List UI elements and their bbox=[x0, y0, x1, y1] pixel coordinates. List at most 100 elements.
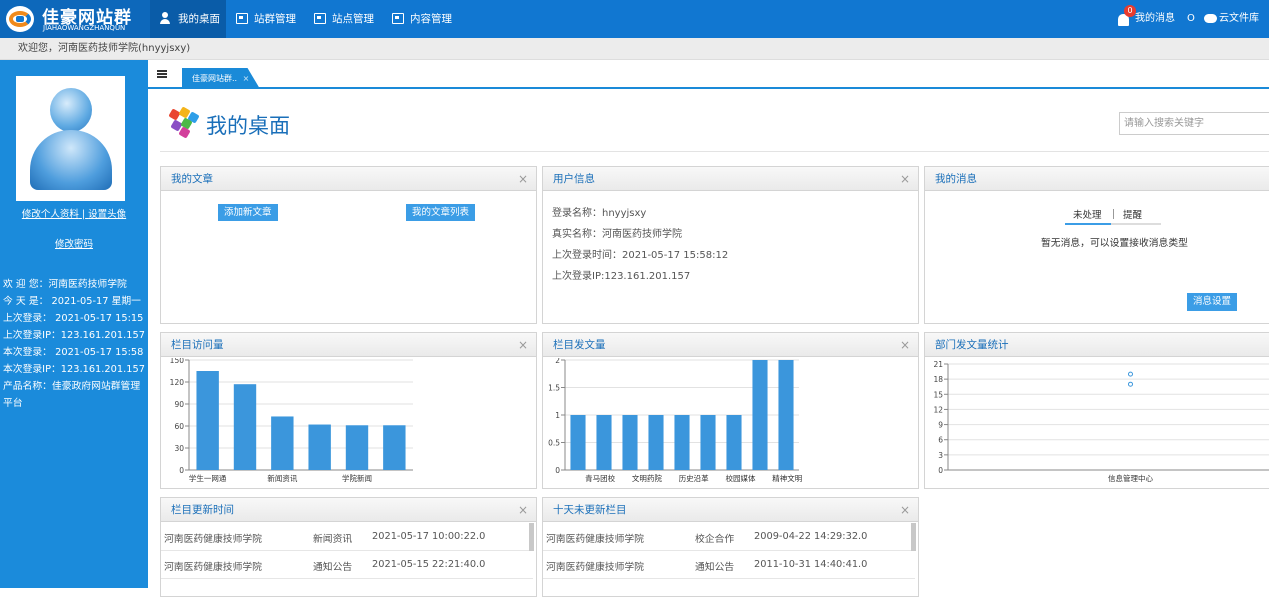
sidebar-info-today: 今 天 是： 2021-05-17 星期一 bbox=[3, 296, 141, 307]
change-password-link[interactable]: 修改密码 bbox=[0, 236, 148, 250]
article-list-button[interactable]: 我的文章列表 bbox=[406, 204, 476, 221]
avatar-body bbox=[30, 130, 112, 190]
y-tick-label: 2 bbox=[555, 358, 560, 365]
y-tick-label: 90 bbox=[174, 400, 184, 409]
edit-profile-link[interactable]: 修改个人资料 bbox=[22, 209, 79, 220]
panel-column-posts: 栏目发文量 × 0 0.5 1 1.5 2 青马团校 文明药院 历史沿革 校园媒体 精神文明 bbox=[542, 332, 919, 489]
panel-header: 栏目更新时间 × bbox=[161, 498, 536, 522]
header-separator: O bbox=[1187, 13, 1195, 24]
table-row[interactable]: 河南医药健康技师学院 通知公告 2011-10-31 14:40:41.0 bbox=[543, 551, 915, 579]
chart-bar bbox=[726, 415, 742, 470]
panel-header: 用户信息 × bbox=[543, 167, 918, 191]
sidebar-info-current-ip: 本次登录IP：123.161.201.157 bbox=[3, 364, 145, 375]
panel-header: 栏目发文量 × bbox=[543, 333, 918, 357]
chart-bar bbox=[308, 424, 331, 470]
user-last-login-time: 上次登录时间：2021-05-17 15:58:12 bbox=[552, 250, 729, 261]
close-icon[interactable]: × bbox=[900, 167, 910, 190]
welcome-bar: 欢迎您，河南医药技师学院(hnyyjsxy) bbox=[0, 38, 1269, 60]
sidebar-info-product-cont: 平台 bbox=[3, 398, 23, 409]
close-icon[interactable]: × bbox=[900, 333, 910, 356]
message-settings-button[interactable]: 消息设置 bbox=[1187, 293, 1238, 311]
panel-header: 十天未更新栏目 × bbox=[543, 498, 918, 522]
chart-bar bbox=[271, 416, 294, 470]
user-last-login-ip: 上次登录IP:123.161.201.157 bbox=[552, 271, 691, 282]
row-org: 河南医药健康技师学院 bbox=[164, 534, 262, 545]
x-tick-label: 信息管理中心 bbox=[1108, 473, 1153, 483]
window-icon bbox=[314, 13, 326, 24]
close-icon[interactable]: × bbox=[518, 167, 528, 190]
user-login-name: 登录名称：hnyyjsxy bbox=[552, 208, 647, 219]
top-bar: 佳豪网站群 JIAHAOWANGZHANQUN 我的桌面 站群管理 站点管理 内… bbox=[0, 0, 1269, 38]
y-tick-label: 3 bbox=[938, 451, 943, 460]
add-article-button[interactable]: 添加新文章 bbox=[218, 204, 278, 221]
scatter-point bbox=[1128, 381, 1133, 387]
chart-bar bbox=[752, 360, 768, 470]
desktop-cubes-icon bbox=[168, 106, 200, 139]
sidebar-info-last-login: 上次登录： 2021-05-17 15:15 bbox=[3, 313, 144, 324]
row-column: 新闻资讯 bbox=[313, 534, 353, 545]
close-icon[interactable]: × bbox=[900, 498, 910, 521]
y-tick-label: 1 bbox=[555, 411, 560, 420]
row-org: 河南医药健康技师学院 bbox=[164, 562, 262, 573]
menu-toggle-icon[interactable] bbox=[157, 70, 167, 78]
tab-close-icon[interactable]: × bbox=[243, 74, 250, 83]
tab-jiahao[interactable]: 佳豪网站群.. × bbox=[182, 68, 260, 89]
x-tick-label: 文明药院 bbox=[632, 473, 662, 483]
cloud-files-link[interactable]: 云文件库 bbox=[1219, 0, 1259, 38]
row-column: 通知公告 bbox=[695, 562, 735, 573]
tab-unprocessed[interactable]: 未处理 bbox=[1073, 207, 1102, 221]
panel-header: 我的消息 bbox=[925, 167, 1269, 191]
window-icon bbox=[392, 13, 404, 24]
tab-divider bbox=[1113, 209, 1114, 219]
sidebar-info-product: 产品名称：佳豪政府网站群管理 bbox=[3, 381, 141, 392]
x-tick-label: 青马团校 bbox=[585, 473, 615, 483]
logo[interactable]: 佳豪网站群 JIAHAOWANGZHANQUN bbox=[0, 0, 150, 38]
scrollbar-thumb[interactable] bbox=[911, 523, 916, 551]
panel-stale-columns: 十天未更新栏目 × 河南医药健康技师学院 校企合作 2009-04-22 14:… bbox=[542, 497, 919, 597]
nav-content-management[interactable]: 内容管理 bbox=[382, 0, 460, 38]
y-tick-label: 150 bbox=[170, 358, 185, 365]
row-column: 校企合作 bbox=[695, 534, 735, 545]
set-avatar-link[interactable]: 设置头像 bbox=[88, 209, 126, 220]
chart-bar bbox=[383, 425, 406, 470]
row-column: 通知公告 bbox=[313, 562, 353, 573]
table-row[interactable]: 河南医药健康技师学院 新闻资讯 2021-05-17 10:00:22.0 bbox=[161, 523, 533, 551]
table-row[interactable]: 河南医药健康技师学院 通知公告 2021-05-15 22:21:40.0 bbox=[161, 551, 533, 579]
profile-links: 修改个人资料 | 设置头像 bbox=[0, 206, 148, 220]
chart-bar bbox=[778, 360, 794, 470]
my-messages-link[interactable]: 我的消息 bbox=[1135, 0, 1175, 38]
y-tick-label: 18 bbox=[933, 375, 943, 384]
table-row[interactable]: 河南医药健康技师学院 校企合作 2009-04-22 14:29:32.0 bbox=[543, 523, 915, 551]
scrollbar-thumb[interactable] bbox=[529, 523, 534, 551]
tab-label: 佳豪网站群.. bbox=[192, 74, 238, 83]
x-tick-label: 新闻资讯 bbox=[267, 473, 297, 483]
nav-my-desktop[interactable]: 我的桌面 bbox=[150, 0, 226, 38]
panel-title: 部门发文量统计 bbox=[935, 339, 1009, 351]
y-tick-label: 0 bbox=[555, 466, 560, 475]
panel-column-update-time: 栏目更新时间 × 河南医药健康技师学院 新闻资讯 2021-05-17 10:0… bbox=[160, 497, 537, 597]
panel-department-posts: 部门发文量统计 0 3 6 9 12 15 18 21 信息管理中心 bbox=[924, 332, 1269, 489]
nav-label: 我的桌面 bbox=[178, 13, 220, 25]
nav-site-group-management[interactable]: 站群管理 bbox=[226, 0, 304, 38]
y-tick-label: 120 bbox=[170, 378, 185, 387]
close-icon[interactable]: × bbox=[518, 498, 528, 521]
window-icon bbox=[236, 13, 248, 24]
y-tick-label: 9 bbox=[938, 421, 943, 430]
search-input[interactable] bbox=[1119, 112, 1269, 135]
y-tick-label: 6 bbox=[938, 436, 943, 445]
y-tick-label: 0 bbox=[179, 466, 184, 475]
close-icon[interactable]: × bbox=[518, 333, 528, 356]
logo-mark-icon bbox=[6, 6, 34, 32]
y-tick-label: 0.5 bbox=[548, 439, 560, 448]
chart-bar bbox=[674, 415, 690, 470]
cloud-icon[interactable] bbox=[1204, 14, 1217, 23]
panel-header: 部门发文量统计 bbox=[925, 333, 1269, 357]
x-tick-label: 校园媒体 bbox=[726, 473, 756, 483]
tab-reminder[interactable]: 提醒 bbox=[1123, 207, 1142, 221]
chart-bar bbox=[596, 415, 612, 470]
y-tick-label: 1.5 bbox=[548, 384, 560, 393]
chart-bar bbox=[570, 415, 586, 470]
sidebar: 修改个人资料 | 设置头像 修改密码 欢 迎 您：河南医药技师学院 今 天 是：… bbox=[0, 60, 148, 588]
nav-site-management[interactable]: 站点管理 bbox=[304, 0, 382, 38]
x-tick-label: 学生一网通 bbox=[189, 473, 227, 483]
